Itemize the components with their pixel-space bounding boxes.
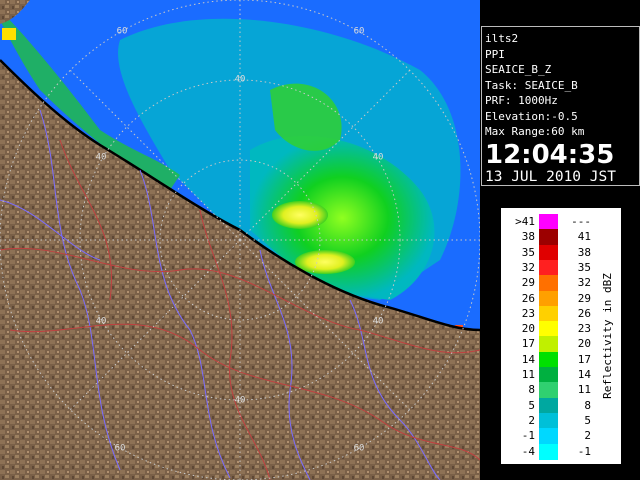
scan-date: 13 JUL 2010 JST [485, 168, 616, 185]
legend-row: -1 2 [501, 428, 591, 445]
legend-row: >41 --- [501, 214, 591, 230]
legend-row: 23 26 [501, 305, 591, 322]
legend-row-high: 11 [577, 383, 591, 397]
legend-row-high: --- [571, 215, 591, 228]
product-name: SEAICE_B_Z [485, 63, 552, 76]
scan-type: PPI [485, 47, 505, 61]
legend-row-high: 5 [584, 413, 591, 427]
legend-row-high: 8 [584, 398, 591, 412]
legend-color-swatch [539, 321, 558, 338]
ring-label-40-right: 40 [373, 153, 384, 163]
prf-value: PRF: 1000Hz [485, 94, 558, 107]
legend-row-low: 32 [521, 260, 535, 274]
legend-color-swatch [539, 351, 558, 368]
ring-label-60-top-right: 60 [354, 27, 365, 37]
ring-label-40-lower-right: 40 [373, 317, 384, 327]
legend-row: 32 35 [501, 259, 591, 276]
legend-row-low: 14 [521, 352, 535, 366]
legend-row-low: 20 [521, 322, 535, 336]
legend-row: 35 38 [501, 244, 591, 261]
legend-color-swatch [539, 382, 558, 399]
legend-row-low: 38 [521, 230, 535, 244]
ring-label-60-top-left: 60 [117, 27, 128, 37]
ring-label-60-bottom-right: 60 [354, 444, 365, 454]
ring-label-40-left: 40 [96, 153, 107, 163]
legend-units-label: Reflectivity in dBZ [601, 273, 614, 399]
echo-yellow-core-1 [272, 201, 328, 229]
legend-row-low: 29 [521, 276, 535, 290]
legend-row: 11 14 [501, 367, 591, 383]
legend-color-swatch [539, 336, 558, 353]
legend-row: 14 17 [501, 351, 591, 368]
legend-row-low: 8 [528, 383, 535, 397]
ring-label-40-top: 40 [235, 75, 246, 85]
legend-row-high: 14 [577, 368, 591, 381]
legend-color-swatch [539, 244, 558, 261]
radar-info-panel: ilts2 PPI SEAICE_B_Z Task: SEAICE_B PRF:… [481, 26, 640, 186]
legend-row: 26 29 [501, 290, 591, 307]
legend-row-low: 26 [521, 291, 535, 305]
legend-color-swatch [539, 412, 558, 429]
echo-yellow-spot [2, 28, 16, 40]
legend-row: 8 11 [501, 382, 591, 399]
legend-row-low: -4 [521, 444, 535, 458]
legend-row-high: 38 [577, 245, 591, 259]
legend-row-low: 17 [521, 337, 535, 351]
legend-color-swatch [539, 443, 558, 460]
legend-row: 20 23 [501, 321, 591, 338]
legend-color-swatch [539, 367, 558, 383]
legend-color-swatch [539, 290, 558, 307]
scan-time: 12:04:35 [485, 139, 615, 170]
legend-row-low: >41 [515, 215, 535, 228]
legend-row: 29 32 [501, 275, 591, 292]
echo-yellow-core-2 [295, 250, 355, 274]
legend-row-high: 29 [577, 291, 591, 305]
legend-row-high: 2 [584, 429, 591, 443]
legend-color-swatch [539, 259, 558, 276]
task-name: Task: SEAICE_B [485, 78, 578, 92]
legend-row: 25 [501, 412, 591, 429]
legend-color-swatch [539, 428, 558, 445]
legend-row-high: 41 [577, 230, 591, 244]
legend-row-low: -1 [521, 429, 535, 443]
radar-map-panel[interactable]: 60 60 40 40 40 40 40 40 60 60 [0, 0, 480, 480]
ring-label-60-bottom-left: 60 [115, 444, 126, 454]
max-range-value: Max Range:60 km [485, 125, 585, 138]
legend-row-high: 35 [577, 260, 591, 274]
legend-row: 58 [501, 397, 591, 414]
legend-color-swatch [539, 275, 558, 292]
legend-color-swatch [539, 229, 558, 246]
legend-row-high: 17 [577, 352, 591, 366]
ring-label-40-bottom: 40 [235, 396, 246, 406]
site-name: ilts2 [485, 32, 519, 45]
legend-row-low: 23 [521, 306, 535, 320]
legend-row-high: 23 [577, 322, 591, 336]
legend-row-low: 5 [528, 398, 535, 412]
legend-row-low: 11 [521, 368, 535, 381]
ring-label-40-lower-left: 40 [96, 317, 107, 327]
legend-color-swatch [539, 397, 558, 414]
legend-row: -4 -1 [501, 443, 591, 460]
legend-color-swatch [539, 305, 558, 322]
legend-row-low: 35 [521, 245, 535, 259]
radar-ppi-image[interactable]: 60 60 40 40 40 40 40 40 60 60 [0, 0, 480, 480]
legend-row-high: 20 [577, 337, 591, 351]
legend-row: 17 20 [501, 336, 591, 353]
legend-color-swatch [539, 214, 558, 230]
legend-row-high: 32 [577, 276, 591, 290]
legend-row-high: 26 [577, 306, 591, 320]
elevation-value: Elevation:-0.5 [485, 109, 578, 123]
legend-row-high: -1 [577, 444, 591, 458]
legend-row-low: 2 [528, 413, 535, 427]
legend-row: 38 41 [501, 229, 591, 246]
reflectivity-legend: >41 --- 38 41 35 38 32 35 29 32 26 29 23 26 20 23 17 20 14… [501, 208, 621, 464]
